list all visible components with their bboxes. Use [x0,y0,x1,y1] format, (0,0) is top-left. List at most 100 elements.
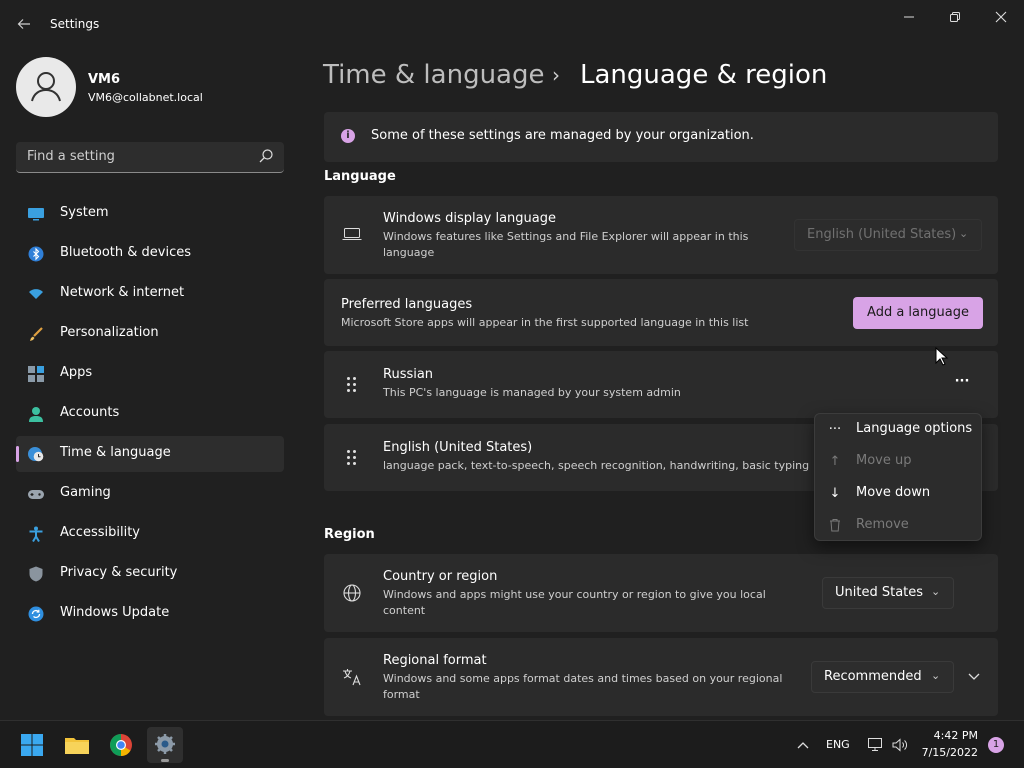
chevron-up-icon[interactable] [795,737,811,753]
sidebar-item-gaming[interactable]: Gaming [16,476,284,512]
sidebar-item-label: Privacy & security [60,565,178,580]
language-format-icon [342,667,364,687]
settings-gear-icon[interactable] [147,727,183,763]
sidebar-item-label: Bluetooth & devices [60,245,191,260]
chevron-down-icon: ⌄ [931,669,941,682]
add-language-button[interactable]: Add a language [853,297,983,329]
notice-text: Some of these settings are managed by yo… [371,128,754,143]
sidebar-item-label: System [60,205,109,220]
back-arrow-icon[interactable] [12,12,36,36]
menu-item-label: Language options [856,421,973,436]
user-email: VM6@collabnet.local [88,91,203,104]
bluetooth-icon [28,246,44,262]
accessibility-icon [28,526,44,543]
sidebar-item-label: Accounts [60,405,120,420]
menu-item-move-up[interactable]: ↑ Move up [815,446,981,478]
country-region-desc: Windows and apps might use your country … [383,588,766,617]
chrome-icon[interactable] [103,727,139,763]
sidebar-item-label: Windows Update [60,605,170,620]
regional-format-dropdown[interactable]: Recommended ⌄ [811,661,954,693]
sidebar-item-label: Accessibility [60,525,140,540]
more-icon: ··· [828,422,842,437]
language-name: English (United States) [383,440,533,455]
clock-time[interactable]: 4:42 PM [918,729,978,742]
wifi-icon [28,286,44,302]
sidebar-item-personalization[interactable]: Personalization [16,316,284,352]
dropdown-value: United States [835,585,924,600]
brush-icon [28,326,44,342]
display-language-desc: Windows features like Settings and File … [383,230,749,259]
laptop-icon [342,226,362,242]
language-desc: language pack, text-to-speech, speech re… [383,459,810,472]
display-language-dropdown[interactable]: English (United States) ⌄ [794,219,982,251]
menu-item-move-down[interactable]: ↓ Move down [815,478,981,510]
globe-icon [342,583,362,603]
menu-item-label: Move up [856,453,912,468]
sidebar-item-label: Personalization [60,325,159,340]
search-input[interactable]: Find a setting [16,142,284,173]
taskbar: ENG 4:42 PM 7/15/2022 1 [0,720,1024,768]
menu-item-language-options[interactable]: ··· Language options [815,414,981,446]
person-icon [31,72,61,102]
managed-notice: i Some of these settings are managed by … [324,112,998,162]
sidebar-item-network[interactable]: Network & internet [16,276,284,312]
dropdown-value: English (United States) [807,227,957,242]
app-title: Settings [50,17,100,31]
sidebar-item-apps[interactable]: Apps [16,356,284,392]
breadcrumb-parent[interactable]: Time & language [323,60,544,90]
file-explorer-icon[interactable] [59,727,95,763]
sidebar-item-time-language[interactable]: Time & language [16,436,284,472]
clock-globe-icon [28,446,44,462]
sidebar-item-windows-update[interactable]: Windows Update [16,596,284,632]
user-name: VM6 [88,72,121,87]
notification-badge[interactable]: 1 [988,737,1004,753]
restore-icon[interactable] [940,8,970,28]
volume-icon[interactable] [891,736,909,754]
sidebar-item-accessibility[interactable]: Accessibility [16,516,284,552]
expand-chevron-icon[interactable] [966,668,982,684]
input-language-indicator[interactable]: ENG [826,738,850,751]
mouse-cursor-icon [935,346,949,367]
sidebar-item-accounts[interactable]: Accounts [16,396,284,432]
language-name: Russian [383,367,434,382]
more-options-icon[interactable]: ··· [952,374,972,394]
update-icon [28,606,44,622]
sidebar-item-system[interactable]: System [16,196,284,232]
apps-icon [28,366,44,382]
chevron-down-icon: ⌄ [959,227,969,240]
regional-format-desc: Windows and some apps format dates and t… [383,672,783,701]
display-language-title: Windows display language [383,211,556,226]
display-language-card: Windows display language Windows feature… [324,196,998,274]
gamepad-icon [28,486,44,502]
monitor-icon [28,206,44,222]
avatar[interactable] [16,57,76,117]
trash-icon [827,518,843,534]
language-row-russian[interactable]: Russian This PC's language is managed by… [324,351,998,418]
menu-item-label: Move down [856,485,931,500]
sidebar-item-privacy[interactable]: Privacy & security [16,556,284,592]
drag-handle-icon[interactable] [347,450,359,468]
search-icon[interactable] [258,148,274,164]
sidebar-item-bluetooth[interactable]: Bluetooth & devices [16,236,284,272]
preferred-languages-desc: Microsoft Store apps will appear in the … [341,316,749,329]
chevron-down-icon: ⌄ [931,585,941,598]
country-region-dropdown[interactable]: United States ⌄ [822,577,954,609]
network-icon[interactable] [867,736,885,754]
close-icon[interactable] [986,8,1016,28]
title-bar: Settings [0,0,1024,48]
regional-format-card: Regional format Windows and some apps fo… [324,638,998,716]
active-indicator [16,446,19,462]
dropdown-value: Recommended [824,669,922,684]
active-app-indicator [161,759,169,762]
menu-item-remove[interactable]: Remove [815,510,981,542]
page-title: Language & region [580,60,828,90]
minimize-icon[interactable] [894,8,924,28]
preferred-languages-title: Preferred languages [341,297,473,312]
clock-date[interactable]: 7/15/2022 [918,746,978,759]
start-button-icon[interactable] [14,727,50,763]
drag-handle-icon[interactable] [347,377,359,395]
person-icon [28,406,44,422]
search-placeholder: Find a setting [27,149,115,164]
section-title-region: Region [324,527,375,542]
chevron-right-icon: › [552,63,560,87]
